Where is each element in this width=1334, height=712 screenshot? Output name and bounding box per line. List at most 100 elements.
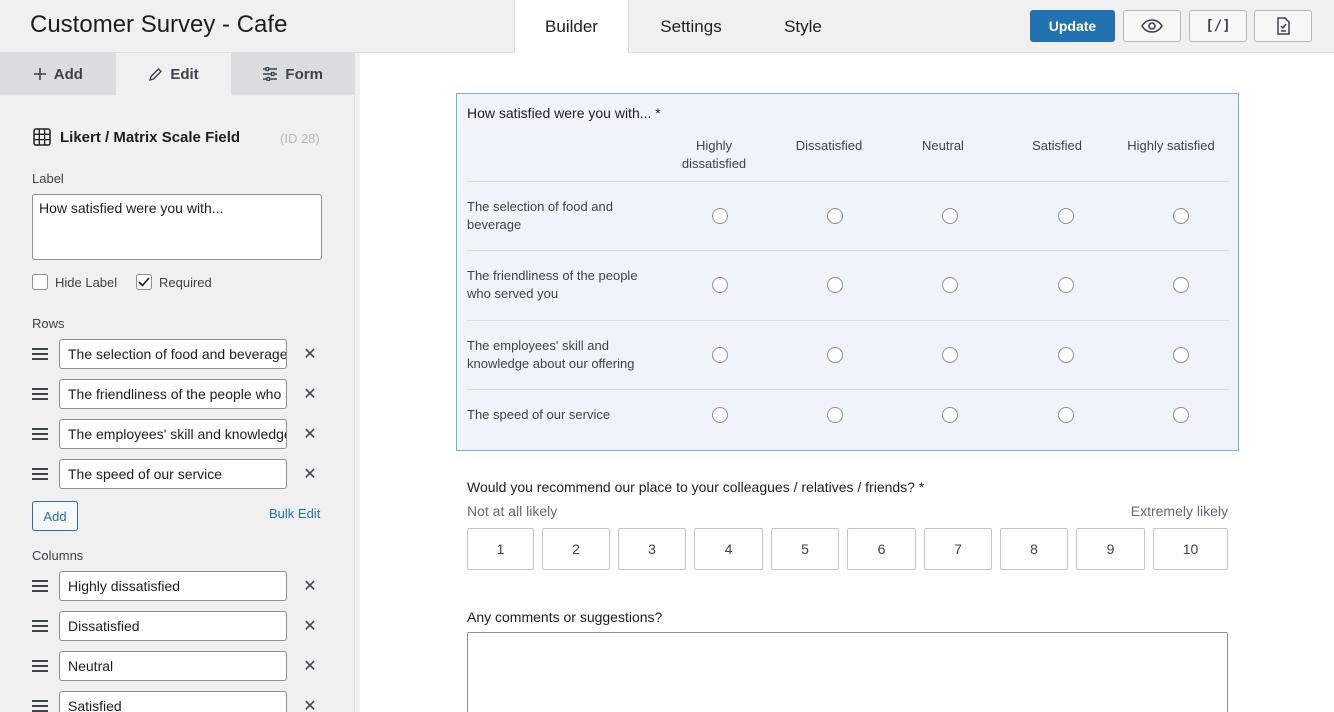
likert-column-header: Highly satisfied [1127, 138, 1215, 153]
nps-question: Would you recommend our place to your co… [467, 479, 925, 495]
drag-handle-icon[interactable] [32, 388, 48, 400]
drag-handle-icon[interactable] [32, 348, 48, 360]
likert-radio[interactable] [1058, 407, 1074, 423]
plus-icon [33, 68, 46, 80]
nps-option[interactable]: 8 [1000, 528, 1068, 570]
hide-label-option[interactable]: Hide Label [32, 274, 117, 290]
tab-builder[interactable]: Builder [514, 0, 629, 54]
remove-icon[interactable]: ✕ [303, 464, 317, 484]
row-input[interactable]: The employees' skill and knowledge about… [59, 419, 287, 449]
sidebar-tab-add[interactable]: Add [0, 53, 116, 95]
likert-row-label: The employees' skill and knowledge about… [467, 337, 667, 373]
likert-radio[interactable] [942, 407, 958, 423]
likert-radio[interactable] [1058, 347, 1074, 363]
top-bar: Customer Survey - Cafe Builder Settings … [0, 0, 1334, 54]
remove-icon[interactable]: ✕ [303, 696, 317, 712]
embed-code-button[interactable]: [/] [1189, 10, 1247, 42]
add-row-button[interactable]: Add [32, 501, 78, 531]
sidebar-tab-label: Form [285, 65, 323, 83]
likert-column-header: Highly dissatisfied [657, 137, 771, 173]
likert-row-label: The friendliness of the people who serve… [467, 267, 667, 303]
preview-button[interactable] [1123, 10, 1181, 42]
column-option: Neutral ✕ [32, 651, 322, 681]
remove-icon[interactable]: ✕ [303, 384, 317, 404]
likert-radio[interactable] [712, 277, 728, 293]
clipboard-icon [1277, 17, 1290, 35]
column-option: Dissatisfied ✕ [32, 611, 322, 641]
remove-icon[interactable]: ✕ [303, 576, 317, 596]
likert-radio[interactable] [942, 347, 958, 363]
tab-settings[interactable]: Settings [629, 0, 753, 53]
remove-icon[interactable]: ✕ [303, 344, 317, 364]
likert-radio[interactable] [1173, 407, 1189, 423]
entries-button[interactable] [1254, 10, 1312, 42]
remove-icon[interactable]: ✕ [303, 424, 317, 444]
drag-handle-icon[interactable] [32, 580, 48, 592]
remove-icon[interactable]: ✕ [303, 656, 317, 676]
drag-handle-icon[interactable] [32, 700, 48, 712]
column-input[interactable]: Satisfied [59, 691, 287, 712]
likert-field[interactable]: How satisfied were you with... * Highly … [456, 93, 1239, 451]
row-input[interactable]: The speed of our service [59, 459, 287, 489]
likert-column-header: Neutral [922, 138, 964, 153]
required-option[interactable]: Required [136, 274, 212, 290]
likert-radio[interactable] [712, 407, 728, 423]
nps-option[interactable]: 5 [771, 528, 839, 570]
column-header-line: dissatisfied [681, 156, 747, 171]
row-option: The friendliness of the people who serve… [32, 379, 322, 409]
remove-icon[interactable]: ✕ [303, 616, 317, 636]
row-divider [467, 320, 1229, 321]
update-button[interactable]: Update [1030, 10, 1115, 42]
likert-radio[interactable] [1173, 208, 1189, 224]
label-textarea[interactable]: How satisfied were you with... [32, 194, 322, 260]
form-canvas: How satisfied were you with... * Highly … [360, 53, 1334, 712]
row-label-line: The friendliness of the people [467, 268, 638, 283]
tab-style[interactable]: Style [753, 0, 853, 53]
row-divider [467, 389, 1229, 390]
nps-option[interactable]: 2 [542, 528, 610, 570]
sliders-icon [263, 67, 278, 81]
hide-label-checkbox[interactable] [32, 274, 48, 290]
sidebar-tab-form[interactable]: Form [231, 53, 354, 95]
likert-radio[interactable] [827, 407, 843, 423]
drag-handle-icon[interactable] [32, 468, 48, 480]
likert-radio[interactable] [1173, 347, 1189, 363]
drag-handle-icon[interactable] [32, 660, 48, 672]
column-input[interactable]: Dissatisfied [59, 611, 287, 641]
likert-radio[interactable] [827, 208, 843, 224]
required-text: Required [159, 274, 212, 290]
nps-option[interactable]: 1 [467, 528, 534, 570]
required-checkbox[interactable] [136, 274, 152, 290]
nps-low-label: Not at all likely [467, 503, 558, 519]
row-input[interactable]: The friendliness of the people who serve… [59, 379, 287, 409]
likert-radio[interactable] [942, 277, 958, 293]
likert-radio[interactable] [1058, 208, 1074, 224]
likert-radio[interactable] [942, 208, 958, 224]
drag-handle-icon[interactable] [32, 428, 48, 440]
likert-radio[interactable] [827, 277, 843, 293]
nps-option[interactable]: 10 [1153, 528, 1228, 570]
likert-radio[interactable] [827, 347, 843, 363]
nps-option[interactable]: 6 [847, 528, 916, 570]
row-divider [467, 250, 1229, 251]
likert-radio[interactable] [712, 347, 728, 363]
nps-option[interactable]: 3 [618, 528, 686, 570]
column-input[interactable]: Neutral [59, 651, 287, 681]
nps-option[interactable]: 7 [924, 528, 992, 570]
likert-row-label: The speed of our service [467, 407, 611, 422]
nps-option[interactable]: 4 [694, 528, 763, 570]
sidebar-tab-edit[interactable]: Edit [115, 53, 232, 95]
likert-radio[interactable] [1058, 277, 1074, 293]
bulk-edit-link[interactable]: Bulk Edit [269, 506, 320, 521]
row-input[interactable]: The selection of food and beverage [59, 339, 287, 369]
builder-tabs: Builder Settings Style [514, 0, 853, 54]
nps-option[interactable]: 9 [1076, 528, 1145, 570]
likert-radio[interactable] [712, 208, 728, 224]
column-input[interactable]: Highly dissatisfied [59, 571, 287, 601]
checkmark-icon [138, 277, 150, 287]
likert-radio[interactable] [1173, 277, 1189, 293]
comments-textarea[interactable] [467, 632, 1228, 712]
drag-handle-icon[interactable] [32, 620, 48, 632]
sidebar-tab-label: Add [53, 65, 83, 83]
row-label-line: who served you [467, 286, 559, 301]
